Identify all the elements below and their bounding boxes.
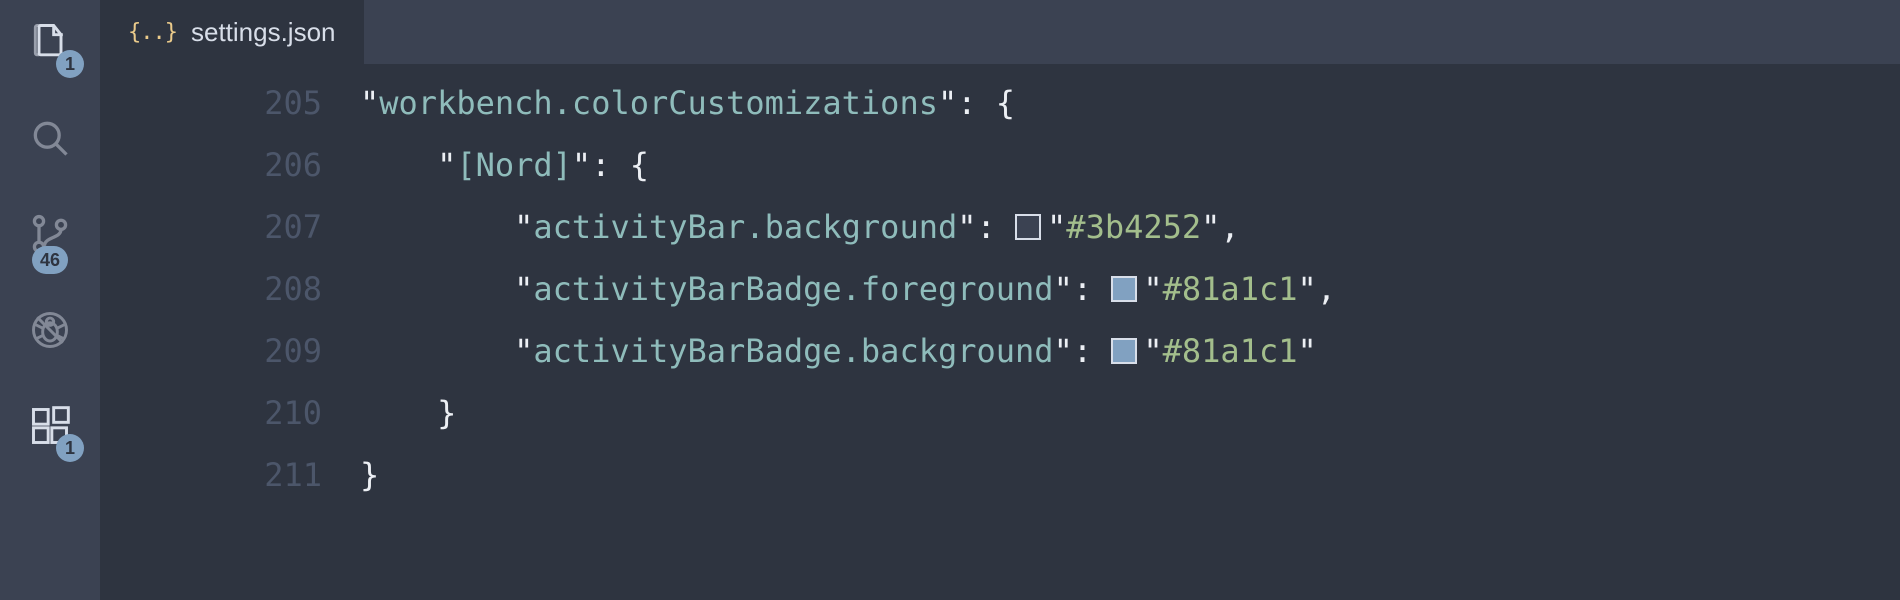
editor[interactable]: 205206207208209210211 "workbench.colorCu… [100,64,1900,600]
search-icon [28,116,72,164]
debug-button[interactable] [22,304,78,360]
tab-label: settings.json [191,17,336,48]
source-control-button[interactable]: 46 [22,208,78,264]
tab-settings-json[interactable]: {..} settings.json [100,0,364,64]
code-line: "[Nord]": { [360,134,1900,196]
color-swatch [1111,276,1137,302]
code-line: } [360,444,1900,506]
activity-bar: 1 46 [0,0,100,600]
color-swatch [1111,338,1137,364]
extensions-button[interactable]: 1 [22,400,78,456]
code-line: } [360,382,1900,444]
scm-badge: 46 [32,246,68,274]
code-line: "workbench.colorCustomizations": { [360,72,1900,134]
line-number-gutter: 205206207208209210211 [100,72,360,600]
code-line: "activityBarBadge.background": "#81a1c1" [360,320,1900,382]
line-number: 209 [100,320,322,382]
code-line: "activityBar.background": "#3b4252", [360,196,1900,258]
code-line: "activityBarBadge.foreground": "#81a1c1"… [360,258,1900,320]
editor-group: {..} settings.json 205206207208209210211… [100,0,1900,600]
line-number: 207 [100,196,322,258]
extensions-badge: 1 [56,434,84,462]
color-swatch [1015,214,1041,240]
line-number: 205 [100,72,322,134]
line-number: 210 [100,382,322,444]
line-number: 211 [100,444,322,506]
code-area[interactable]: "workbench.colorCustomizations": { "[Nor… [360,72,1900,600]
json-file-icon: {..} [128,20,177,45]
explorer-button[interactable]: 1 [22,16,78,72]
line-number: 206 [100,134,322,196]
tab-strip: {..} settings.json [100,0,1900,64]
line-number: 208 [100,258,322,320]
bug-disabled-icon [28,308,72,356]
explorer-badge: 1 [56,50,84,78]
search-button[interactable] [22,112,78,168]
